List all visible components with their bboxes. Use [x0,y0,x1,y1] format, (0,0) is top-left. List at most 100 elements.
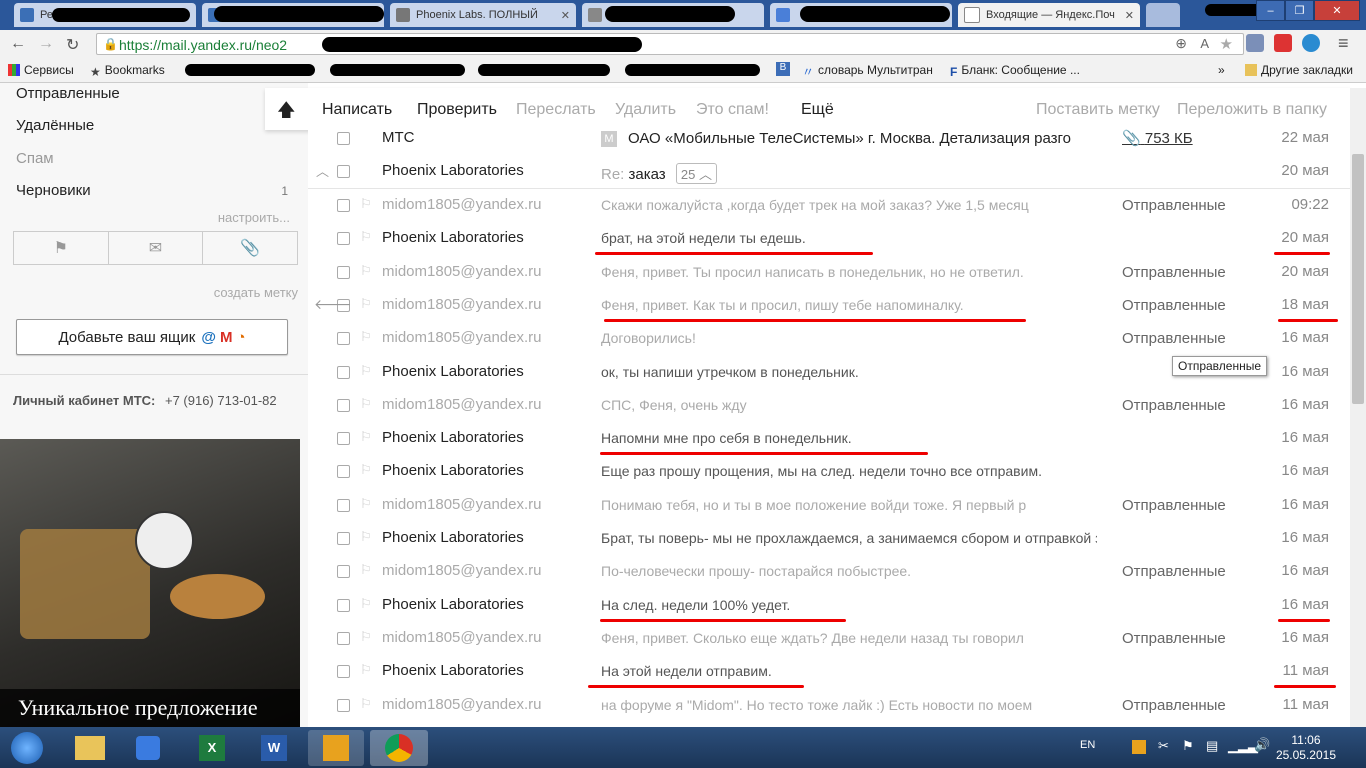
folder-deleted[interactable]: Удалённые5 [16,117,288,134]
message-checkbox[interactable] [337,598,350,612]
set-label-button[interactable]: Поставить метку [1036,101,1160,119]
start-button[interactable] [4,730,50,766]
message-checkbox[interactable] [337,332,350,346]
browser-tab-active[interactable]: Входящие — Яндекс.Поч ✕ [958,3,1140,27]
folder-drafts[interactable]: Черновики 1 [16,182,288,199]
message-checkbox[interactable] [337,365,350,379]
flag-filter-icon[interactable]: ⚑ [14,232,109,264]
message-row[interactable]: ⚐ Phoenix Laboratories Еще раз прошу проще… [308,455,1350,488]
create-label-link[interactable]: создать метку [214,285,298,300]
reload-icon[interactable]: ↻ [66,35,79,55]
add-mailbox-button[interactable]: Добавьте ваш ящик @ M ◔ [16,319,288,355]
extension-icon[interactable] [1302,34,1320,52]
bookmark-b-icon[interactable]: B [776,62,790,76]
flag-icon[interactable]: ⚐ [360,596,372,612]
flag-icon[interactable]: ⚐ [360,196,372,212]
check-mail-button[interactable]: Проверить [417,101,497,119]
bookmark-blank[interactable]: F Бланк: Сообщение ... [950,63,1080,79]
thread-count-badge[interactable]: 25 ︿ [675,163,717,184]
flag-icon[interactable]: ⚐ [360,363,372,379]
tray-icon[interactable]: ▤ [1206,738,1218,754]
message-row[interactable]: ⚐ midom1805@yandex.ru Понимаю тебя, но и т… [308,489,1350,522]
flag-icon[interactable]: ⚐ [360,562,372,578]
flag-icon[interactable]: ⚐ [360,396,372,412]
attachment-filter-icon[interactable]: 📎 [203,232,297,264]
message-checkbox[interactable] [337,165,350,178]
message-row[interactable]: ⚐ midom1805@yandex.ru на форуме я "Midom".… [308,689,1350,722]
flag-icon[interactable]: ⚐ [360,296,372,312]
delete-button[interactable]: Удалить [615,101,676,119]
extension-icon[interactable] [1246,34,1264,52]
taskbar-explorer[interactable] [62,730,118,766]
taskbar-outlook[interactable] [308,730,364,766]
address-bar[interactable]: 🔒 https://mail.yandex.ru/neo2 ★ A ⊕ [96,33,1244,55]
spam-button[interactable]: Это спам! [696,101,769,119]
translate-icon[interactable]: A [1200,36,1209,51]
bookmark-bookmarks[interactable]: ★ Bookmarks [90,63,165,79]
flag-icon[interactable]: ⚐ [360,529,372,545]
taskbar-word[interactable]: W [246,730,302,766]
message-checkbox[interactable] [337,398,350,412]
message-checkbox[interactable] [337,698,350,712]
bookmarks-overflow-icon[interactable]: » [1218,63,1225,77]
flag-icon[interactable]: ⚐ [360,429,372,445]
attachment-link[interactable]: 📎 753 КБ [1122,129,1193,147]
flag-icon[interactable]: ⚐ [360,329,372,345]
collapse-thread-icon[interactable]: ︿ [316,161,329,180]
mts-account-line[interactable]: Личный кабинет МТС: +7 (916) 713-01-82 [13,393,277,408]
unread-filter-icon[interactable]: ✉ [109,232,204,264]
minimize-button[interactable]: – [1256,0,1285,21]
folder-sent[interactable]: Отправленные [16,85,120,102]
menu-icon[interactable]: ≡ [1338,33,1349,54]
message-checkbox[interactable] [337,232,350,246]
message-row[interactable]: ⚐ midom1805@yandex.ru Феня, привет. Как ты… [308,289,1350,322]
maximize-button[interactable]: ❐ [1285,0,1314,21]
extension-icon[interactable] [1274,34,1292,52]
scrollbar-thumb[interactable] [1352,154,1364,404]
message-checkbox[interactable] [337,498,350,512]
scrollbar[interactable] [1350,88,1366,727]
message-checkbox[interactable] [337,565,350,579]
language-indicator[interactable]: EN [1080,739,1095,751]
flag-icon[interactable]: ⚐ [360,462,372,478]
flag-icon[interactable]: ⚐ [360,696,372,712]
message-checkbox[interactable] [337,665,350,679]
advertisement-banner[interactable]: Уникальное предложение [0,439,300,727]
message-row[interactable]: ⚐ midom1805@yandex.ru Феня, привет. Скольк… [308,622,1350,655]
compose-button[interactable]: Написать [322,101,392,119]
flag-tray-icon[interactable]: ⚑ [1182,738,1194,754]
message-row[interactable]: МТС M ОАО «Мобильные ТелеСистемы» г. Мос… [308,122,1350,155]
taskbar-chrome[interactable] [370,730,428,766]
back-icon[interactable]: ← [10,35,26,53]
message-row[interactable]: ⚐ midom1805@yandex.ru Феня, привет. Ты про… [308,256,1350,289]
flag-icon[interactable]: ⚐ [360,629,372,645]
flag-icon[interactable]: ⚐ [360,229,372,245]
message-checkbox[interactable] [337,432,350,446]
message-thread-row[interactable]: ︿ Phoenix Laboratories Re: заказ 25 ︿ 20… [308,155,1350,189]
browser-tab-3[interactable]: Phoenix Labs. ПОЛНЫЙ ✕ [390,3,576,27]
move-folder-button[interactable]: Переложить в папку [1177,101,1327,119]
message-row[interactable]: ⚐ midom1805@yandex.ru СПС, Феня, очень жду… [308,389,1350,422]
tray-icon[interactable]: ✂ [1158,738,1169,754]
message-checkbox[interactable] [337,465,350,479]
bookmark-other[interactable]: Другие закладки [1245,63,1353,77]
system-clock[interactable]: 11:06 25.05.2015 [1276,733,1336,763]
message-row[interactable]: ⚐ Phoenix Laboratories брат, на этой недел… [308,222,1350,256]
close-window-button[interactable]: ✕ [1314,0,1360,21]
bookmark-star-icon[interactable]: ★ [1220,35,1233,53]
message-checkbox[interactable] [337,132,350,145]
new-tab-button[interactable] [1146,3,1180,27]
message-row[interactable]: ⚐ Phoenix Laboratories Напомни мне про себ… [308,422,1350,456]
message-row[interactable]: ⚐ midom1805@yandex.ru По-человечески прошу… [308,555,1350,588]
message-row[interactable]: ⚐ midom1805@yandex.ru Скажи пожалуйста ,ко… [308,189,1350,222]
volume-icon[interactable]: 🔊 [1254,737,1270,753]
close-tab-icon[interactable]: ✕ [1125,9,1134,22]
tray-icon[interactable] [1132,740,1146,754]
zoom-icon[interactable]: ⊕ [1175,35,1187,52]
scroll-top-icon[interactable]: 🡅 [277,98,296,128]
flag-icon[interactable]: ⚐ [360,662,372,678]
message-row[interactable]: ⚐ Phoenix Laboratories Брат, ты поверь- мы… [308,522,1350,555]
message-checkbox[interactable] [337,199,350,212]
close-tab-icon[interactable]: ✕ [561,9,570,22]
message-row[interactable]: ⚐ Phoenix Laboratories На этой недели отпр… [308,655,1350,689]
